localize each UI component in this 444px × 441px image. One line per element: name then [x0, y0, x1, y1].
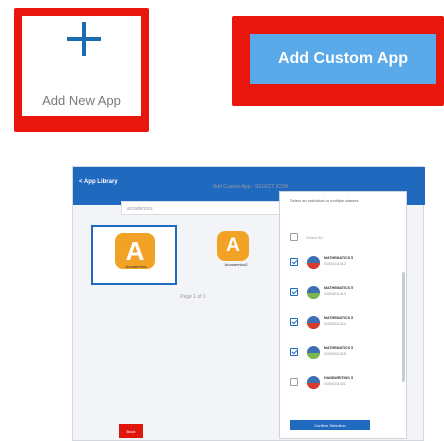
class-checkbox[interactable]	[290, 258, 298, 266]
arcademics-logo-icon: A	[217, 231, 249, 261]
class-item[interactable]: MATHEMATICS 5 01004211412	[290, 254, 398, 272]
back-button[interactable]: Back	[119, 424, 143, 438]
class-avatar-icon	[307, 376, 320, 389]
class-item[interactable]: MATHEMATICS 5 01004211414	[290, 314, 398, 332]
window-title: Add Custom App - SELECT ICON	[213, 184, 289, 190]
select-all-option[interactable]: Select All	[290, 232, 322, 242]
class-avatar-icon	[307, 316, 320, 329]
app-name: Arcademics	[125, 264, 147, 269]
class-code: 01004211421	[324, 382, 346, 386]
class-code: 01004211415	[324, 352, 346, 356]
back-to-app-library-link[interactable]: < App Library	[79, 179, 118, 185]
app-card-arcademics2[interactable]: A Arcademics2	[193, 225, 279, 285]
select-all-label: Select All	[306, 234, 323, 240]
add-new-app-tile[interactable]: Add New App	[22, 16, 141, 116]
class-code: 01004211414	[324, 322, 346, 326]
plus-icon	[67, 22, 101, 56]
class-checkbox[interactable]	[290, 318, 298, 326]
screen: Add New App Add Custom App < App Library…	[0, 0, 444, 441]
class-checkbox[interactable]	[290, 348, 298, 356]
app-name: Arcademics2	[224, 262, 248, 267]
class-name: MATHEMATICS 5	[324, 256, 354, 260]
class-avatar-icon	[307, 256, 320, 269]
panel-scrollbar[interactable]	[402, 272, 405, 382]
class-name: MATHEMATICS 5	[324, 346, 354, 350]
class-checkbox[interactable]	[290, 288, 298, 296]
add-new-app-label: Add New App	[42, 93, 121, 108]
class-checkbox[interactable]	[290, 378, 298, 386]
class-code: 01004211413	[324, 292, 346, 296]
confirm-selection-button[interactable]: Confirm Selection	[290, 420, 370, 430]
class-code: 01004211412	[324, 262, 346, 266]
class-avatar-icon	[307, 286, 320, 299]
class-item[interactable]: MATHEMATICS 5 01004211413	[290, 284, 398, 302]
class-item[interactable]: MATHEMATICS 5 01004211415	[290, 344, 398, 362]
app-card-arcademics[interactable]: A Arcademics	[91, 225, 177, 285]
class-name: HANDWRITING 5	[324, 376, 353, 380]
add-custom-app-button[interactable]: Add Custom App	[250, 34, 436, 84]
app-library-window: < App Library Add Custom App - SELECT IC…	[72, 166, 425, 441]
class-item[interactable]: HANDWRITING 5 01004211421	[290, 374, 398, 392]
class-name: MATHEMATICS 5	[324, 286, 354, 290]
class-name: MATHEMATICS 5	[324, 316, 354, 320]
page-indicator: Page 1 of 1	[180, 294, 206, 300]
add-new-app-highlight: Add New App	[14, 8, 149, 132]
select-all-checkbox[interactable]	[290, 233, 298, 241]
add-custom-app-highlight: Add Custom App	[232, 16, 444, 106]
panel-instructions: Select an individual or multiple classes	[290, 198, 359, 203]
class-avatar-icon	[307, 346, 320, 359]
class-select-dropdown: Select an individual or multiple classes…	[279, 191, 407, 439]
